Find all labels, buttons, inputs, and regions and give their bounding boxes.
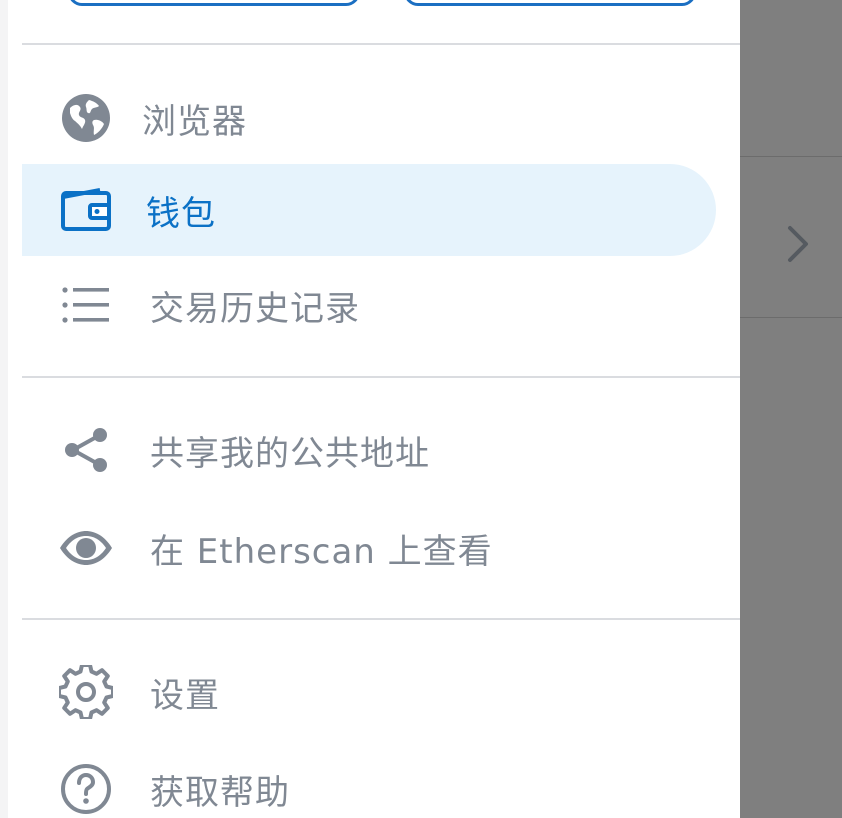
menu-item-label: 交易历史记录 bbox=[150, 288, 360, 329]
menu-item-wallet[interactable]: 钱包 bbox=[22, 164, 716, 256]
eye-icon bbox=[58, 520, 114, 576]
send-button[interactable] bbox=[404, 0, 696, 6]
menu-item-label: 设置 bbox=[150, 675, 220, 716]
background-divider bbox=[740, 317, 842, 318]
menu-item-browser[interactable]: 浏览器 bbox=[22, 72, 716, 164]
menu-item-share-address[interactable]: 共享我的公共地址 bbox=[22, 404, 716, 496]
screen: 浏览器 钱包 交易历史记录 共享我的公共地址 在 Etherscan 上查看 设… bbox=[0, 0, 842, 818]
menu-item-label: 钱包 bbox=[146, 193, 216, 234]
menu-item-label: 共享我的公共地址 bbox=[150, 433, 430, 474]
divider bbox=[22, 618, 740, 620]
help-icon bbox=[58, 761, 114, 817]
menu-item-view-etherscan[interactable]: 在 Etherscan 上查看 bbox=[22, 502, 716, 594]
menu-item-transaction-history[interactable]: 交易历史记录 bbox=[22, 259, 716, 351]
drawer-edge bbox=[0, 0, 8, 818]
navigation-drawer: 浏览器 钱包 交易历史记录 共享我的公共地址 在 Etherscan 上查看 设… bbox=[0, 0, 740, 818]
gear-icon bbox=[58, 664, 114, 720]
chevron-right-icon bbox=[780, 220, 816, 268]
globe-icon bbox=[58, 90, 114, 146]
list-icon bbox=[58, 277, 114, 333]
divider bbox=[22, 43, 740, 45]
background-divider bbox=[740, 156, 842, 157]
share-icon bbox=[58, 422, 114, 478]
menu-item-label: 在 Etherscan 上查看 bbox=[150, 531, 493, 572]
menu-item-help[interactable]: 获取帮助 bbox=[22, 743, 716, 818]
menu-item-label: 浏览器 bbox=[142, 101, 247, 142]
receive-button[interactable] bbox=[68, 0, 360, 6]
divider bbox=[22, 376, 740, 378]
menu-item-label: 获取帮助 bbox=[150, 772, 290, 813]
wallet-icon bbox=[58, 182, 114, 238]
menu-item-settings[interactable]: 设置 bbox=[22, 646, 716, 738]
